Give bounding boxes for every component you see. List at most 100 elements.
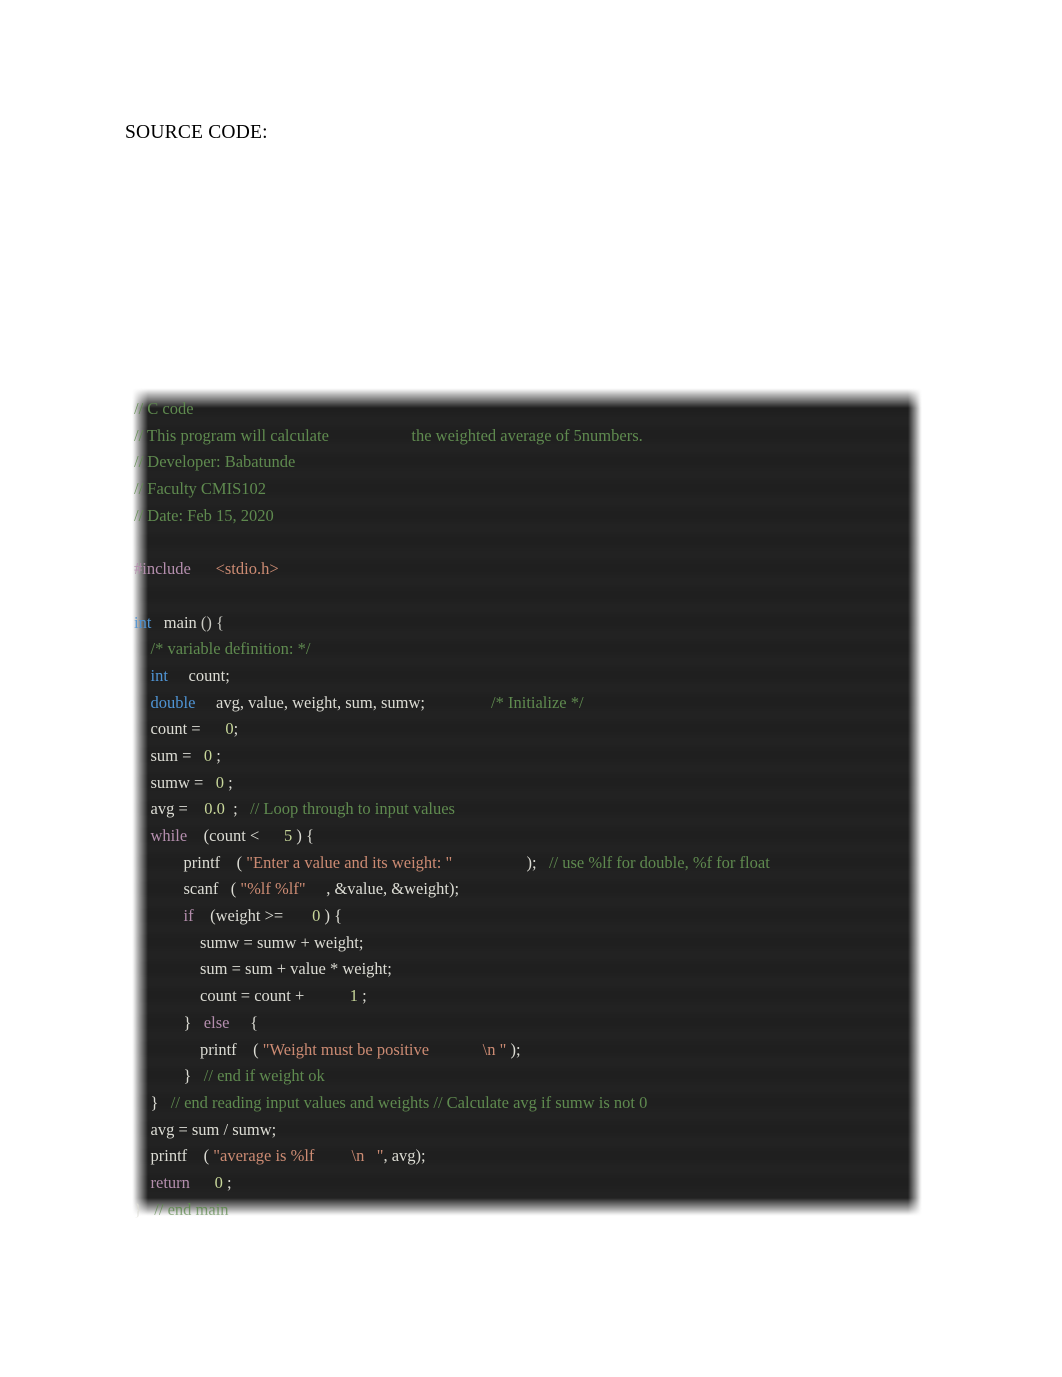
code-token-plain: sumw = [150,772,216,792]
code-line: } // end reading input values and weight… [134,1090,938,1117]
code-token-number: 0 [203,745,213,765]
code-token-comment: // end reading input values and weights … [170,1092,648,1112]
code-token-plain: (count < [187,826,285,845]
code-token-plain: ( [187,1146,214,1166]
code-token-plain: avg = sum / sumw; [150,1119,277,1139]
code-token-number: 1 [349,986,358,1006]
code-token-number: 0 [215,772,224,792]
code-line: // Faculty CMIS102 [134,476,938,503]
code-token-keyword: if [183,906,194,926]
code-line: int main () { [134,610,938,637]
code-token-comment: // end if weight ok [203,1066,325,1086]
code-token-plain: ( [220,852,247,872]
code-line: if (weight >= 0 ) { [134,903,938,930]
code-token-function: printf [183,852,221,872]
code-token-plain: ; [222,1172,232,1192]
code-token-comment: // Loop through to input values [250,799,455,819]
code-token-comment: // This program will calculate the weigh… [134,425,643,445]
code-token-plain: sum = sum + value * weight; [200,959,392,979]
code-line: sum = sum + value * weight; [134,956,938,983]
code-line: printf ( "Enter a value and its weight: … [134,850,938,877]
code-token-plain: } [183,1012,204,1032]
code-token-plain: ; [233,719,239,739]
code-line: avg = 0.0 ; // Loop through to input val… [134,796,938,823]
code-line: count = 0; [134,716,938,743]
code-token-plain: sumw = sumw + weight; [200,932,364,952]
code-token-comment: /* Initialize */ [491,692,584,712]
code-token-comment: // C code [134,399,194,418]
code-token-plain: ); [506,1039,521,1059]
code-line: } // end main [134,1197,938,1224]
code-token-plain: count = [150,719,226,739]
code-line: } else { [134,1010,938,1037]
code-token-function: printf [150,1146,188,1166]
code-token-plain: ; [357,986,367,1006]
code-token-comment: // use %lf for double, %f for float [548,852,770,872]
code-line: /* variable definition: */ [134,636,938,663]
source-code-block: // C code // This program will calculate … [118,380,938,1230]
code-line: count = count + 1 ; [134,983,938,1010]
page-title: SOURCE CODE: [125,122,268,143]
code-line: sumw = 0 ; [134,770,938,797]
code-token-type: double [150,692,196,712]
code-line: printf ( "Weight must be positive \n " )… [134,1037,938,1064]
code-token-number: 0 [225,719,234,739]
code-token-plain: } [134,1199,155,1219]
code-token-plain: , &value, &weight); [305,879,460,899]
code-line: } // end if weight ok [134,1063,938,1090]
code-line: printf ( "average is %lf \n ", avg); [134,1143,938,1170]
code-token-plain: ( [236,1039,263,1059]
code-token-string: "Enter a value and its weight: " [246,852,453,872]
code-token-plain: avg, value, weight, sum, sumw; [195,692,492,712]
code-token-comment: // Developer: Babatunde [134,452,296,472]
code-token-plain: , avg); [383,1146,426,1166]
code-token-plain: ; [224,799,251,819]
code-token-comment: // end main [154,1199,229,1219]
code-token-function: printf [200,1039,237,1059]
code-token-plain: count = count + [200,986,350,1006]
code-token-string: "average is %lf \n " [213,1146,384,1166]
code-line: avg = sum / sumw; [134,1117,938,1144]
code-line: return 0 ; [134,1170,938,1197]
code-line: // Developer: Babatunde [134,449,938,476]
code-line: #include <stdio.h> [134,556,938,583]
code-token-plain: (weight >= [193,906,313,926]
code-token-plain: sum = [150,745,204,765]
code-token-plain: { [229,1012,258,1032]
code-token-plain: avg = [150,799,205,819]
code-token-string: "Weight must be positive \n " [262,1039,507,1059]
code-token-plain: count; [167,665,230,685]
code-token-function: scanf [183,879,219,899]
code-line: int count; [134,663,938,690]
code-line: sum = 0 ; [134,743,938,770]
code-token-plain: ) { [320,906,343,926]
code-token-keyword: else [203,1012,230,1032]
code-token-plain: ; [223,772,233,792]
code-token-comment: /* variable definition: */ [150,639,311,659]
code-token-plain: ) { [292,826,314,845]
code-token-plain: ; [212,745,221,765]
